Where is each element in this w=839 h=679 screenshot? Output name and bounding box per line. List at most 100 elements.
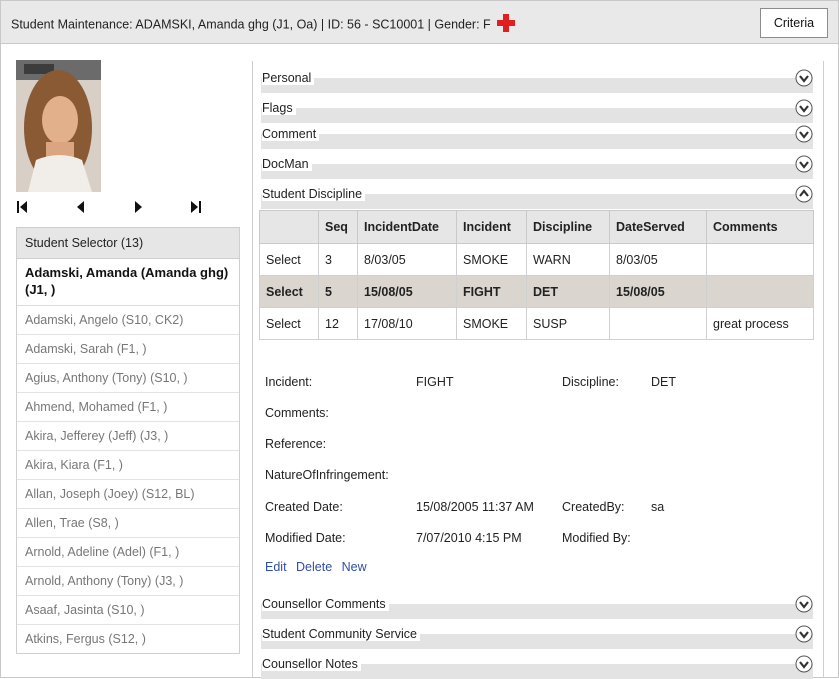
record-navigation [14,198,224,218]
table-row-selected: Select 5 15/08/05 FIGHT DET 15/08/05 [259,275,814,308]
student-list-item[interactable]: Agius, Anthony (Tony) (S10, ) [17,364,239,393]
created-by-label: CreatedBy: [562,500,625,514]
student-list-item[interactable]: Adamski, Angelo (S10, CK2) [17,306,239,335]
section-band [261,134,813,149]
modified-by-label: Modified By: [562,531,631,545]
table-cell [706,275,814,308]
table-cell: DET [526,275,610,308]
incident-value: FIGHT [416,375,454,389]
page-title-text: Student Maintenance: ADAMSKI, Amanda ghg… [11,17,491,32]
medical-cross-icon [496,13,516,33]
first-record-icon[interactable] [14,198,32,216]
table-cell: 5 [318,275,358,308]
section-flags[interactable]: Flags [261,97,813,123]
student-list-item[interactable]: Allan, Joseph (Joey) (S12, BL) [17,480,239,509]
column-header: Discipline [526,210,610,244]
section-band [261,108,813,123]
criteria-button[interactable]: Criteria [760,8,828,38]
section-counsellor-notes[interactable]: Counsellor Notes [261,653,813,679]
expand-icon[interactable] [795,595,813,613]
created-date-value: 15/08/2005 11:37 AM [416,500,534,514]
table-cell: 12 [318,307,358,340]
discipline-label: Discipline: [562,375,619,389]
new-link[interactable]: New [342,560,367,574]
student-list-item[interactable]: Adamski, Sarah (F1, ) [17,335,239,364]
section-student-discipline[interactable]: Student Discipline [261,183,813,209]
expand-icon[interactable] [795,125,813,143]
record-actions: Edit Delete New [265,560,373,574]
modified-date-value: 7/07/2010 4:15 PM [416,531,522,545]
column-header: DateServed [609,210,707,244]
select-link[interactable]: Select [259,307,319,340]
section-band [261,164,813,179]
student-list-item[interactable]: Atkins, Fergus (S12, ) [17,625,239,653]
table-cell: 3 [318,243,358,276]
student-photo [16,60,101,192]
table-cell [706,243,814,276]
delete-link[interactable]: Delete [296,560,332,574]
edit-link[interactable]: Edit [265,560,287,574]
previous-record-icon[interactable] [72,198,90,216]
expand-icon[interactable] [795,155,813,173]
section-label: Student Discipline [262,187,366,201]
column-header: Seq [318,210,358,244]
discipline-value: DET [651,375,676,389]
table-cell: 8/03/05 [357,243,457,276]
selected-student[interactable]: Adamski, Amanda (Amanda ghg) (J1, ) [17,259,239,306]
table-cell: SMOKE [456,243,527,276]
expand-icon[interactable] [795,69,813,87]
student-selector: Student Selector (13) Adamski, Amanda (A… [16,227,240,654]
column-header: Comments [706,210,814,244]
collapse-icon[interactable] [795,185,813,203]
section-label: DocMan [262,157,312,171]
table-cell: WARN [526,243,610,276]
section-label: Comment [262,127,320,141]
student-list-item[interactable]: Ahmend, Mohamed (F1, ) [17,393,239,422]
expand-icon[interactable] [795,655,813,673]
expand-icon[interactable] [795,625,813,643]
nature-of-infringement-label: NatureOfInfringement: [265,468,389,482]
created-date-label: Created Date: [265,500,343,514]
table-row: Select 3 8/03/05 SMOKE WARN 8/03/05 [259,243,814,276]
section-personal[interactable]: Personal [261,67,813,93]
section-label: Counsellor Notes [262,657,361,671]
section-docman[interactable]: DocMan [261,153,813,179]
comments-label: Comments: [265,406,329,420]
expand-icon[interactable] [795,99,813,117]
section-student-community-service[interactable]: Student Community Service [261,623,813,649]
column-header [259,210,319,244]
last-record-icon[interactable] [186,198,204,216]
reference-label: Reference: [265,437,327,451]
section-band [261,78,813,93]
table-cell [609,307,707,340]
section-comment[interactable]: Comment [261,123,813,149]
table-cell: 8/03/05 [609,243,707,276]
student-list-item[interactable]: Asaaf, Jasinta (S10, ) [17,596,239,625]
modified-date-label: Modified Date: [265,531,346,545]
table-cell: 17/08/10 [357,307,457,340]
created-by-value: sa [651,500,665,514]
student-list-item[interactable]: Arnold, Adeline (Adel) (F1, ) [17,538,239,567]
student-list-item[interactable]: Arnold, Anthony (Tony) (J3, ) [17,567,239,596]
column-header: IncidentDate [357,210,457,244]
header-bar: Student Maintenance: ADAMSKI, Amanda ghg… [1,1,838,44]
student-list-item[interactable]: Akira, Jefferey (Jeff) (J3, ) [17,422,239,451]
incident-label: Incident: [265,375,313,389]
section-counsellor-comments[interactable]: Counsellor Comments [261,593,813,619]
table-cell: FIGHT [456,275,527,308]
section-label: Counsellor Comments [262,597,389,611]
select-link[interactable]: Select [259,243,319,276]
table-cell: great process [706,307,814,340]
student-list-item[interactable]: Allen, Trae (S8, ) [17,509,239,538]
discipline-table: Seq IncidentDate Incident Discipline Dat… [259,210,814,340]
next-record-icon[interactable] [129,198,147,216]
section-label: Personal [262,71,315,85]
section-label: Flags [262,101,296,115]
section-label: Student Community Service [262,627,420,641]
student-list-item[interactable]: Akira, Kiara (F1, ) [17,451,239,480]
column-header: Incident [456,210,527,244]
student-selector-header: Student Selector (13) [17,228,239,259]
table-cell: 15/08/05 [357,275,457,308]
select-link[interactable]: Select [259,275,319,308]
details-panel: Personal Flags Comment DocMan Student Di… [252,61,824,679]
